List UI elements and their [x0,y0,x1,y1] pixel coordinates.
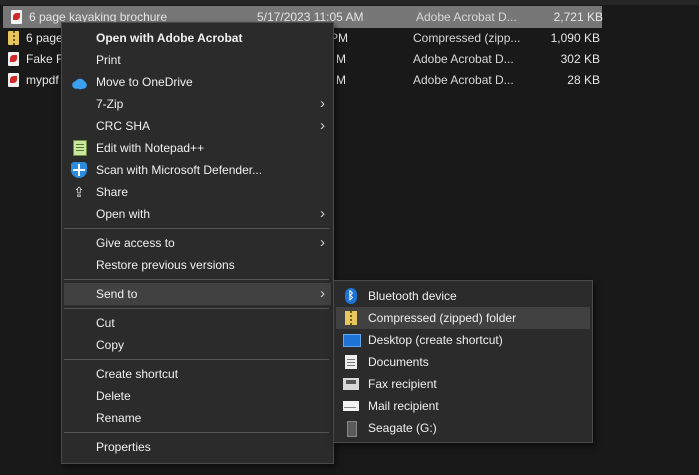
mail-envelope-icon [343,401,359,411]
menu-separator [64,279,329,280]
menu-item-7zip[interactable]: 7-Zip › [64,93,331,115]
menu-item-label: Cut [96,316,115,330]
menu-separator [64,359,329,360]
share-icon: ⇪ [73,184,85,200]
menu-item-label: Send to [96,287,138,301]
chevron-right-icon: › [320,95,325,112]
context-menu: Open with Adobe Acrobat Print Move to On… [61,22,334,464]
menu-item-send-to[interactable]: Send to › [64,283,331,305]
notepad-plus-plus-icon [73,140,87,156]
menu-item-label: CRC SHA [96,119,151,133]
menu-item-give-access[interactable]: Give access to › [64,232,331,254]
defender-shield-icon [71,162,87,178]
menu-item-label: Create shortcut [96,367,179,381]
chevron-right-icon: › [320,285,325,302]
menu-item-delete[interactable]: Delete [64,385,331,407]
submenu-item-desktop[interactable]: Desktop (create shortcut) [336,329,590,351]
file-size: 2,721 KB [553,10,603,24]
menu-item-copy[interactable]: Copy [64,334,331,356]
menu-item-label: Share [96,185,129,199]
menu-item-open-with-acrobat[interactable]: Open with Adobe Acrobat [64,27,331,49]
submenu-item-label: Fax recipient [368,377,437,391]
menu-item-label: Properties [96,440,151,454]
menu-item-label: Open with [96,207,151,221]
file-type: Compressed (zipp... [413,31,521,45]
menu-item-share[interactable]: ⇪ Share [64,181,331,203]
drive-icon [347,421,357,437]
menu-item-rename[interactable]: Rename [64,407,331,429]
onedrive-cloud-icon [71,74,87,90]
menu-item-label: Delete [96,389,131,403]
submenu-item-bluetooth[interactable]: ᛒ Bluetooth device [336,285,590,307]
menu-item-edit-notepad[interactable]: Edit with Notepad++ [64,137,331,159]
menu-item-properties[interactable]: Properties [64,436,331,458]
pdf-file-icon [11,6,23,28]
menu-item-label: Open with Adobe Acrobat [96,31,243,45]
pdf-file-icon [8,48,20,70]
chevron-right-icon: › [320,117,325,134]
menu-separator [64,308,329,309]
menu-item-crc-sha[interactable]: CRC SHA › [64,115,331,137]
zip-folder-icon [345,311,357,325]
submenu-item-label: Bluetooth device [368,289,457,303]
file-size: 302 KB [560,52,600,66]
submenu-item-documents[interactable]: Documents [336,351,590,373]
documents-icon [345,355,357,369]
submenu-item-compressed-folder[interactable]: Compressed (zipped) folder [336,307,590,329]
menu-item-label: Move to OneDrive [96,75,193,89]
file-size: 28 KB [567,73,600,87]
submenu-item-label: Compressed (zipped) folder [368,311,517,325]
menu-item-label: Copy [96,338,125,352]
menu-item-label: Rename [96,411,142,425]
menu-item-cut[interactable]: Cut [64,312,331,334]
pdf-file-icon [8,69,20,91]
menu-item-move-to-onedrive[interactable]: Move to OneDrive [64,71,331,93]
submenu-item-seagate[interactable]: Seagate (G:) [336,417,590,439]
file-size: 1,090 KB [550,31,600,45]
chevron-right-icon: › [320,205,325,222]
menu-item-label: Scan with Microsoft Defender... [96,163,263,177]
file-type: Adobe Acrobat D... [413,52,514,66]
submenu-item-fax[interactable]: Fax recipient [336,373,590,395]
menu-item-print[interactable]: Print [64,49,331,71]
submenu-item-label: Documents [368,355,429,369]
menu-item-label: Print [96,53,121,67]
fax-icon [343,378,359,390]
menu-item-restore-versions[interactable]: Restore previous versions [64,254,331,276]
submenu-item-label: Mail recipient [368,399,439,413]
menu-item-label: 7-Zip [96,97,124,111]
file-type: Adobe Acrobat D... [413,73,514,87]
send-to-submenu: ᛒ Bluetooth device Compressed (zipped) f… [333,280,593,443]
menu-item-scan-defender[interactable]: Scan with Microsoft Defender... [64,159,331,181]
menu-item-open-with[interactable]: Open with › [64,203,331,225]
menu-item-label: Restore previous versions [96,258,235,272]
menu-item-create-shortcut[interactable]: Create shortcut [64,363,331,385]
chevron-right-icon: › [320,234,325,251]
menu-separator [64,228,329,229]
zip-file-icon [8,27,20,49]
file-list-top-row-fragment [0,0,699,5]
menu-separator [64,432,329,433]
menu-item-label: Edit with Notepad++ [96,141,205,155]
menu-item-label: Give access to [96,236,175,250]
file-type: Adobe Acrobat D... [416,10,517,24]
bluetooth-icon: ᛒ [345,288,357,304]
submenu-item-mail[interactable]: Mail recipient [336,395,590,417]
desktop-icon [343,334,361,347]
submenu-item-label: Seagate (G:) [368,421,437,435]
submenu-item-label: Desktop (create shortcut) [368,333,503,347]
